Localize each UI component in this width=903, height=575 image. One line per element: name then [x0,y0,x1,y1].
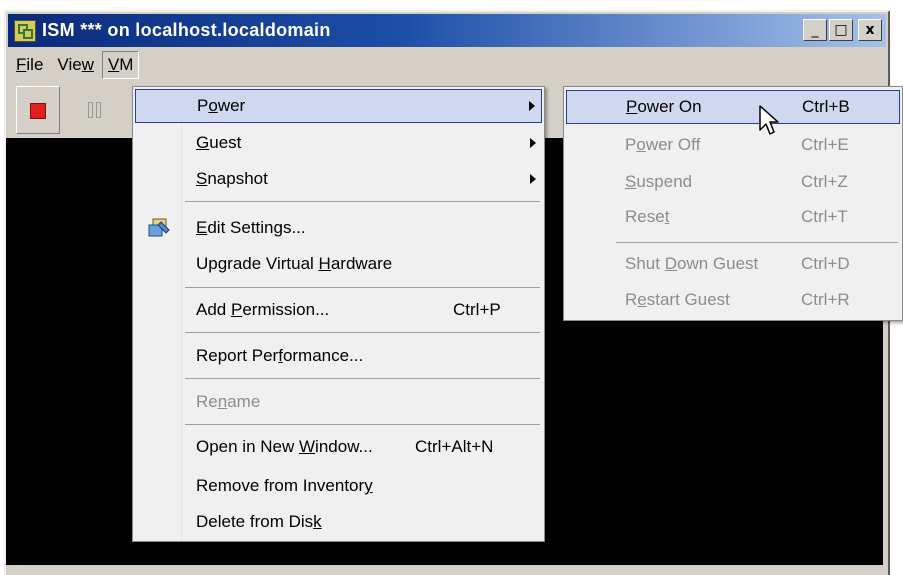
menu-item-upgrade-hardware[interactable]: Upgrade Virtual Hardware [135,247,542,281]
menu-item-label: Upgrade Virtual Hardware [196,254,393,273]
power-submenu: Power On Ctrl+B Power Off Ctrl+E Suspend… [563,86,903,321]
power-off-button[interactable] [16,86,60,134]
menu-item-remove-inventory[interactable]: Remove from Inventory [135,469,542,503]
menu-separator [185,332,540,333]
close-button[interactable]: x [858,19,882,41]
submenu-item-restart-guest[interactable]: Restart Guest Ctrl+R [566,283,900,317]
menu-item-power[interactable]: Power [135,89,542,123]
menu-item-label: Rename [196,392,261,411]
menu-item-delete-disk[interactable]: Delete from Disk [135,505,542,539]
app-icon[interactable] [14,19,36,42]
menu-separator [185,201,540,202]
mouse-cursor-icon [759,105,779,135]
menu-view[interactable]: View [51,53,100,77]
menu-item-shortcut: Ctrl+D [801,254,850,273]
menu-separator [185,424,540,425]
menu-item-label: Snapshot [196,169,268,188]
menu-item-shortcut: Ctrl+B [802,97,850,116]
submenu-item-reset[interactable]: Reset Ctrl+T [566,200,900,234]
vm-menu: Power Guest Snapshot Edit Settings... Up… [132,86,545,542]
menu-separator [185,287,540,288]
submenu-item-shut-down-guest[interactable]: Shut Down Guest Ctrl+D [566,247,900,281]
menu-item-label: Power Off [625,135,701,154]
submenu-item-power-off[interactable]: Power Off Ctrl+E [566,128,900,162]
menu-item-label: Guest [196,133,242,152]
edit-settings-icon [148,218,170,237]
menu-item-label: Remove from Inventory [196,476,373,495]
menu-item-label: Restart Guest [625,290,730,309]
stop-icon [30,103,46,119]
menu-item-shortcut: Ctrl+E [801,135,849,154]
menu-item-shortcut: Ctrl+Z [801,172,848,191]
minimize-button[interactable]: _ [803,19,827,41]
menu-item-add-permission[interactable]: Add Permission... Ctrl+P [135,293,542,327]
menu-item-label: Suspend [625,172,693,191]
menu-item-label: Delete from Disk [196,512,322,531]
menu-item-shortcut: Ctrl+T [801,207,848,226]
menu-item-label: Edit Settings... [196,218,306,237]
window-controls: _ □ x [803,19,882,41]
menu-item-label: Power [197,96,246,115]
submenu-item-suspend[interactable]: Suspend Ctrl+Z [566,165,900,199]
submenu-item-power-on[interactable]: Power On Ctrl+B [566,90,900,124]
menu-item-snapshot[interactable]: Snapshot [135,162,542,196]
menu-bar: File View VM [8,48,886,82]
menu-item-shortcut: Ctrl+Alt+N [415,437,494,456]
menu-separator [185,378,540,379]
menu-item-edit-settings[interactable]: Edit Settings... [135,211,542,245]
menu-item-report-performance[interactable]: Report Performance... [135,339,542,373]
pause-icon [88,102,106,120]
menu-item-label: Power On [626,97,702,116]
window-title: ISM *** on localhost.localdomain [42,20,331,40]
menu-vm[interactable]: VM [101,51,140,79]
menu-item-rename[interactable]: Rename [135,385,542,419]
menu-item-open-new-window[interactable]: Open in New Window... Ctrl+Alt+N [135,430,542,464]
menu-item-guest[interactable]: Guest [135,126,542,160]
submenu-arrow-icon [529,101,535,111]
menu-item-shortcut: Ctrl+R [801,290,850,309]
menu-item-label: Reset [625,207,670,226]
menu-item-label: Report Performance... [196,346,364,365]
menu-file[interactable]: File [10,53,49,77]
title-bar[interactable]: ISM *** on localhost.localdomain _ □ x [8,14,886,47]
maximize-button[interactable]: □ [829,19,853,41]
menu-item-label: Open in New Window... [196,437,373,456]
menu-separator [616,242,898,243]
menu-item-label: Shut Down Guest [625,254,759,273]
menu-item-label: Add Permission... [196,300,330,319]
submenu-arrow-icon [530,138,536,148]
submenu-arrow-icon [530,174,536,184]
menu-item-shortcut: Ctrl+P [453,300,501,319]
